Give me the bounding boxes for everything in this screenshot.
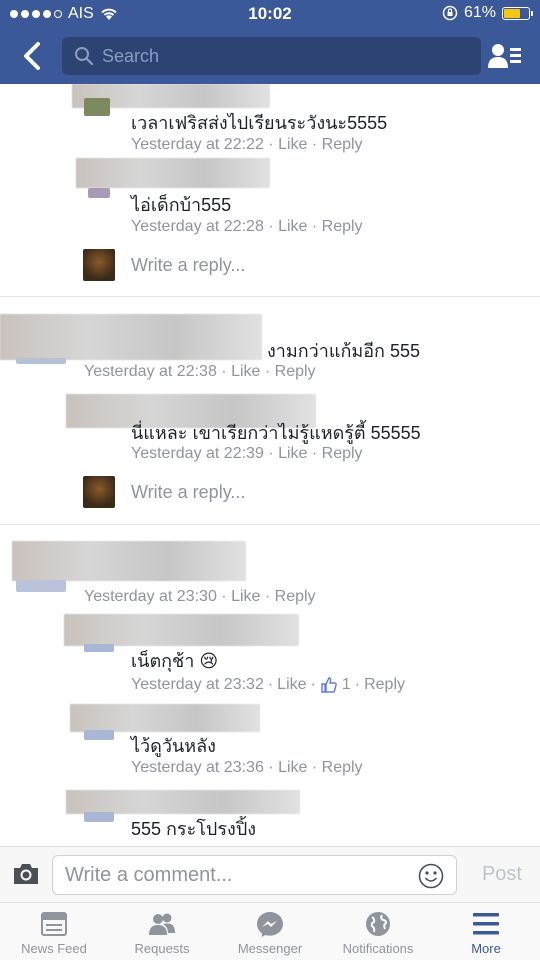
battery-icon	[502, 6, 533, 20]
comment-text: เน็ตกุช้า 😢	[131, 651, 219, 671]
menu-icon	[473, 913, 499, 935]
comment-meta: Yesterday at 23:36 · Like · Reply	[131, 759, 363, 776]
comment-time: Yesterday at 23:30	[84, 588, 217, 605]
comments-thread: เวลาเฟริสส่งไปเรียนระวังนะ5555 Yesterday…	[0, 84, 540, 846]
redacted-name	[64, 614, 299, 646]
status-bar: AIS 10:02 61%	[0, 0, 540, 28]
comment-text: ไอ่เด็กบ้า555	[131, 195, 232, 215]
comment-meta: Yesterday at 22:39 · Like · Reply	[131, 445, 363, 462]
comment-input[interactable]: Write a comment...	[52, 855, 457, 895]
news-feed-icon	[41, 912, 67, 936]
divider	[0, 296, 540, 297]
thumbs-up-icon	[321, 677, 337, 693]
messenger-icon	[257, 912, 283, 937]
comment-time: Yesterday at 22:28	[131, 218, 264, 235]
emoji-icon[interactable]	[418, 863, 444, 889]
comment-meta: Yesterday at 23:30 · Like · Reply	[84, 588, 316, 605]
comment-time: Yesterday at 22:38	[84, 363, 217, 380]
like-link[interactable]: Like	[278, 218, 307, 235]
reply-composer[interactable]: Write a reply...	[83, 249, 245, 281]
like-link[interactable]: Like	[277, 676, 306, 694]
comment-placeholder: Write a comment...	[65, 863, 233, 886]
reply-composer[interactable]: Write a reply...	[83, 476, 245, 508]
comment-meta: Yesterday at 22:38 · Like · Reply	[84, 363, 316, 380]
avatar	[16, 358, 66, 364]
like-count: 1	[341, 676, 351, 693]
reply-link[interactable]: Reply	[322, 445, 363, 462]
comment-text: 555 กระโปรงปิ้ง	[131, 819, 257, 839]
back-chevron-icon[interactable]	[18, 40, 48, 72]
tab-news-feed[interactable]: News Feed	[0, 903, 108, 960]
like-link[interactable]: Like	[231, 363, 260, 380]
like-link[interactable]: Like	[278, 136, 307, 153]
navigation-bar: Search	[0, 28, 540, 84]
tab-notifications[interactable]: Notifications	[324, 903, 432, 960]
requests-icon	[149, 913, 175, 935]
comment-meta: Yesterday at 22:22 · Like · Reply	[131, 136, 363, 153]
tab-bar: News Feed Requests Messenger Notificatio…	[0, 902, 540, 960]
reply-link[interactable]: Reply	[322, 218, 363, 235]
comment-composer: Write a comment... Post	[0, 846, 540, 902]
tab-label: Requests	[134, 941, 190, 956]
tab-label: News Feed	[21, 941, 87, 956]
tab-more[interactable]: More	[432, 903, 540, 960]
post-button[interactable]: Post	[482, 863, 522, 886]
reply-link[interactable]: Reply	[275, 363, 316, 380]
reply-link[interactable]: Reply	[275, 588, 316, 605]
search-input[interactable]: Search	[62, 37, 481, 75]
avatar	[16, 580, 66, 592]
avatar	[83, 476, 115, 508]
reply-link[interactable]: Reply	[322, 759, 363, 776]
avatar	[84, 812, 114, 822]
like-link[interactable]: Like	[278, 445, 307, 462]
tab-label: Messenger	[237, 941, 303, 956]
redacted-name	[76, 158, 270, 188]
avatar	[83, 249, 115, 281]
redacted-name	[12, 541, 246, 581]
comment-text: เวลาเฟริสส่งไปเรียนระวังนะ5555	[131, 113, 388, 133]
reply-link[interactable]: Reply	[322, 136, 363, 153]
reply-placeholder[interactable]: Write a reply...	[131, 255, 245, 276]
tab-requests[interactable]: Requests	[108, 903, 216, 960]
comment-time: Yesterday at 22:22	[131, 136, 264, 153]
avatar	[84, 98, 110, 116]
tab-label: More	[471, 941, 501, 956]
comment-time: Yesterday at 23:32	[131, 676, 264, 693]
comment-time: Yesterday at 23:36	[131, 759, 264, 776]
camera-icon[interactable]	[12, 862, 40, 886]
friend-list-icon[interactable]	[488, 42, 522, 70]
redacted-name	[0, 314, 262, 360]
avatar	[84, 644, 114, 652]
reply-link[interactable]: Reply	[364, 676, 405, 694]
tab-label: Notifications	[342, 941, 414, 956]
redacted-name	[70, 704, 260, 732]
battery-percent: 61%	[463, 4, 496, 21]
avatar	[84, 730, 114, 740]
comment-text: นี่แหละ เขาเรียกว่าไม่รู้แหดรู้ตี้ 55555	[131, 423, 421, 443]
comment-text: งามกว่าแก้มอีก 555	[267, 341, 420, 361]
comment-meta: Yesterday at 22:28 · Like · Reply	[131, 218, 363, 235]
comment-meta: Yesterday at 23:32 · Like · 1 · Reply	[131, 676, 405, 694]
tab-messenger[interactable]: Messenger	[216, 903, 324, 960]
orientation-lock-icon	[442, 5, 458, 21]
search-placeholder: Search	[102, 45, 160, 66]
redacted-name	[66, 790, 300, 814]
like-link[interactable]: Like	[231, 588, 260, 605]
comment-text: ไว้ดูวันหลัง	[131, 736, 216, 756]
globe-icon	[366, 912, 390, 936]
like-link[interactable]: Like	[278, 759, 307, 776]
reply-placeholder[interactable]: Write a reply...	[131, 482, 245, 503]
comment-time: Yesterday at 22:39	[131, 445, 264, 462]
divider	[0, 524, 540, 525]
search-icon	[75, 47, 94, 66]
avatar	[88, 188, 110, 198]
